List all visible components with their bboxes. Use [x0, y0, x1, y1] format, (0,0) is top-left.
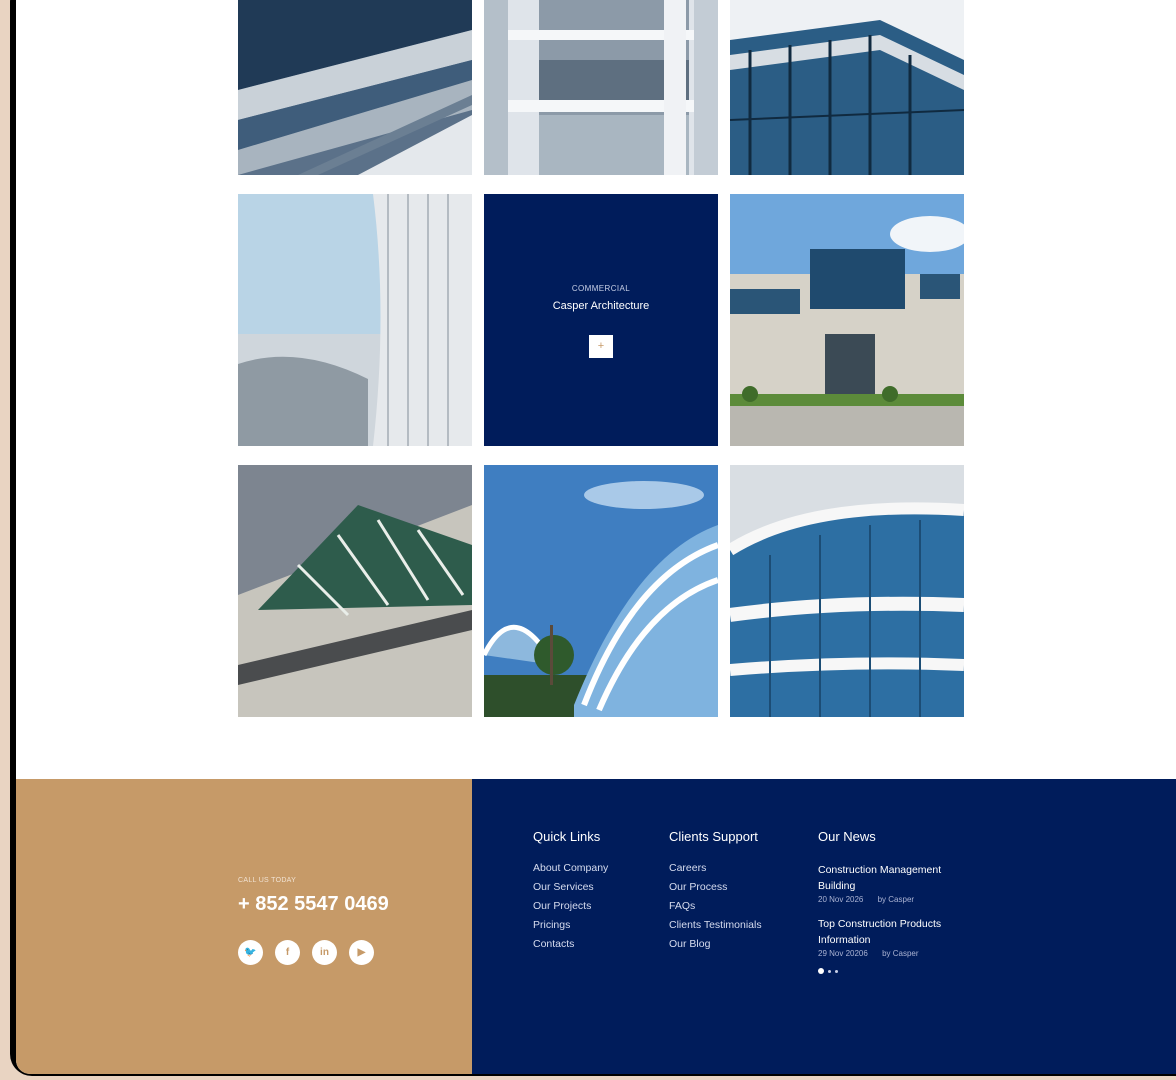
carousel-dot[interactable]: [828, 969, 831, 973]
news-item-date: 20 Nov 2026: [818, 895, 864, 904]
youtube-icon[interactable]: ▶: [349, 940, 374, 965]
link-our-services[interactable]: Our Services: [533, 881, 608, 893]
news-title: Our News: [818, 829, 876, 844]
portfolio-tile-8[interactable]: [484, 465, 718, 717]
link-our-projects[interactable]: Our Projects: [533, 900, 608, 912]
link-about-company[interactable]: About Company: [533, 862, 608, 874]
link-clients-testimonials[interactable]: Clients Testimonials: [669, 919, 762, 931]
carousel-dot-active[interactable]: [818, 968, 824, 974]
quick-links-column: Quick Links About Company Our Services O…: [533, 829, 608, 957]
quick-links-title: Quick Links: [533, 829, 601, 844]
footer-links: Quick Links About Company Our Services O…: [472, 779, 1176, 1074]
news-item-date: 29 Nov 20206: [818, 949, 868, 958]
clients-support-column: Clients Support Careers Our Process FAQs…: [669, 829, 762, 957]
footer-contact: CALL US TODAY + 852 5547 0469 🐦 f in ▶: [16, 779, 472, 1074]
plus-icon[interactable]: +: [589, 335, 613, 358]
link-careers[interactable]: Careers: [669, 862, 762, 874]
clients-support-title: Clients Support: [669, 829, 758, 844]
news-item-author: by Casper: [877, 895, 915, 904]
link-pricings[interactable]: Pricings: [533, 919, 608, 931]
link-contacts[interactable]: Contacts: [533, 938, 608, 950]
portfolio-tile-7[interactable]: [238, 465, 472, 717]
carousel-dot[interactable]: [835, 969, 838, 973]
news-carousel-dots: [818, 968, 968, 974]
call-label: CALL US TODAY: [238, 877, 297, 884]
facebook-icon[interactable]: f: [275, 940, 300, 965]
news-item-meta: 20 Nov 2026 by Casper: [818, 895, 968, 904]
news-item-author: by Casper: [882, 949, 919, 958]
featured-category: COMMERCIAL: [571, 284, 631, 293]
portfolio-tile-1[interactable]: [238, 0, 472, 175]
link-our-blog[interactable]: Our Blog: [669, 938, 762, 950]
featured-project-card[interactable]: COMMERCIAL Casper Architecture +: [484, 194, 718, 446]
linkedin-icon[interactable]: in: [312, 940, 337, 965]
twitter-icon[interactable]: 🐦: [238, 940, 263, 965]
news-column: Our News Construction Management Buildin…: [818, 829, 968, 974]
news-item-title[interactable]: Construction Management Building: [818, 862, 968, 894]
portfolio-tile-2[interactable]: [484, 0, 718, 175]
portfolio-tile-4[interactable]: [238, 194, 472, 446]
portfolio-tile-3[interactable]: [730, 0, 964, 175]
page-screen: COMMERCIAL Casper Architecture + CALL US…: [16, 0, 1176, 1074]
news-item-title[interactable]: Top Construction Products Information: [818, 916, 968, 948]
portfolio-tile-6[interactable]: [730, 194, 964, 446]
featured-title: Casper Architecture: [552, 300, 650, 312]
phone-number[interactable]: + 852 5547 0469: [238, 893, 389, 916]
social-links: 🐦 f in ▶: [238, 940, 374, 965]
news-item-meta: 29 Nov 20206 by Casper: [818, 949, 968, 958]
portfolio-tile-9[interactable]: [730, 465, 964, 717]
link-faqs[interactable]: FAQs: [669, 900, 762, 912]
link-our-process[interactable]: Our Process: [669, 881, 762, 893]
